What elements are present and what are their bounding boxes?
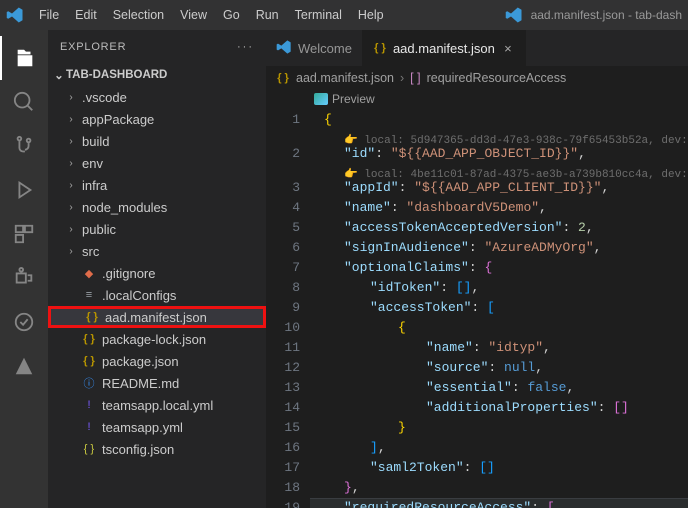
folder-appPackage[interactable]: ›appPackage: [48, 108, 266, 130]
vscode-icon: [6, 6, 24, 24]
breadcrumb-file[interactable]: aad.manifest.json: [296, 71, 394, 85]
excl-icon: !: [82, 420, 96, 434]
chevron-right-icon: ›: [66, 114, 76, 125]
file-tsconfig.json[interactable]: { }tsconfig.json: [48, 438, 266, 460]
info-icon: ⓘ: [82, 376, 96, 390]
breadcrumbs[interactable]: { } aad.manifest.json › [ ] requiredReso…: [266, 66, 688, 90]
json-icon: { }: [373, 41, 387, 55]
tab-aad-manifest[interactable]: { } aad.manifest.json ×: [363, 30, 526, 66]
file-.gitignore[interactable]: ◆.gitignore: [48, 262, 266, 284]
chevron-down-icon: ⌄: [52, 68, 66, 82]
json-icon: { }: [85, 310, 99, 324]
tab-label: Welcome: [298, 41, 352, 56]
vscode-icon: [276, 39, 292, 58]
folder-env[interactable]: ›env: [48, 152, 266, 174]
chevron-right-icon: ›: [66, 202, 76, 213]
folder-build[interactable]: ›build: [48, 130, 266, 152]
json-icon: { }: [82, 354, 96, 368]
close-icon[interactable]: ×: [501, 41, 515, 56]
tab-welcome[interactable]: Welcome: [266, 30, 363, 66]
menu-edit[interactable]: Edit: [68, 8, 104, 22]
editor-area: Welcome { } aad.manifest.json × { } aad.…: [266, 30, 688, 508]
code-lines[interactable]: {👉 local: 5d947365-dd3d-47e3-938c-79f654…: [310, 108, 688, 508]
line-gutter: 12345678910111213141516171819: [266, 108, 310, 508]
activity-scm[interactable]: [0, 124, 48, 168]
file-package-lock.json[interactable]: { }package-lock.json: [48, 328, 266, 350]
chevron-right-icon: ›: [400, 71, 404, 85]
chevron-right-icon: ›: [66, 224, 76, 235]
vscode-icon: [505, 6, 523, 24]
file-package.json[interactable]: { }package.json: [48, 350, 266, 372]
activity-debug[interactable]: [0, 168, 48, 212]
chevron-right-icon: ›: [66, 136, 76, 147]
file-aad.manifest.json[interactable]: { }aad.manifest.json: [48, 306, 266, 328]
titlebar: File Edit Selection View Go Run Terminal…: [0, 0, 688, 30]
activity-explorer[interactable]: [0, 36, 48, 80]
folder-src[interactable]: ›src: [48, 240, 266, 262]
chevron-right-icon: ›: [66, 180, 76, 191]
folder-.vscode[interactable]: ›.vscode: [48, 86, 266, 108]
editor-tabs: Welcome { } aad.manifest.json ×: [266, 30, 688, 66]
list-icon: ≡: [82, 288, 96, 302]
tab-label: aad.manifest.json: [393, 41, 495, 56]
menu-help[interactable]: Help: [351, 8, 391, 22]
folder-infra[interactable]: ›infra: [48, 174, 266, 196]
chevron-right-icon: ›: [66, 246, 76, 257]
breadcrumb-node[interactable]: requiredResourceAccess: [427, 71, 567, 85]
activity-search[interactable]: [0, 80, 48, 124]
menu-selection[interactable]: Selection: [106, 8, 171, 22]
git-icon: ◆: [82, 266, 96, 280]
menu-file[interactable]: File: [32, 8, 66, 22]
explorer-sidebar: EXPLORER ··· ⌄ TAB-DASHBOARD ›.vscode›ap…: [48, 30, 266, 508]
activity-teams[interactable]: [0, 256, 48, 300]
folder-public[interactable]: ›public: [48, 218, 266, 240]
explorer-more-icon[interactable]: ···: [237, 41, 254, 53]
json-icon: { }: [82, 332, 96, 346]
preview-button[interactable]: Preview: [332, 92, 375, 106]
activity-extensions[interactable]: [0, 212, 48, 256]
activity-azure[interactable]: [0, 344, 48, 388]
explorer-section[interactable]: ⌄ TAB-DASHBOARD: [48, 64, 266, 86]
array-icon: [ ]: [410, 71, 420, 85]
section-label: TAB-DASHBOARD: [66, 69, 167, 81]
json-icon: { }: [276, 71, 290, 85]
menu-go[interactable]: Go: [216, 8, 247, 22]
chevron-right-icon: ›: [66, 92, 76, 103]
menu-terminal[interactable]: Terminal: [288, 8, 349, 22]
activity-testing[interactable]: [0, 300, 48, 344]
file-README.md[interactable]: ⓘREADME.md: [48, 372, 266, 394]
file-teamsapp.yml[interactable]: !teamsapp.yml: [48, 416, 266, 438]
menu-view[interactable]: View: [173, 8, 214, 22]
activity-bar: [0, 30, 48, 508]
file-tree: ›.vscode›appPackage›build›env›infra›node…: [48, 86, 266, 460]
ts-icon: { }: [82, 442, 96, 456]
preview-icon: [314, 93, 328, 105]
excl-icon: !: [82, 398, 96, 412]
menu-run[interactable]: Run: [249, 8, 286, 22]
file-.localConfigs[interactable]: ≡.localConfigs: [48, 284, 266, 306]
file-teamsapp.local.yml[interactable]: !teamsapp.local.yml: [48, 394, 266, 416]
folder-node_modules[interactable]: ›node_modules: [48, 196, 266, 218]
code-editor[interactable]: 12345678910111213141516171819 {👉 local: …: [266, 108, 688, 508]
window-title: aad.manifest.json - tab-dash: [531, 8, 682, 22]
chevron-right-icon: ›: [66, 158, 76, 169]
explorer-title: EXPLORER ···: [48, 30, 266, 64]
